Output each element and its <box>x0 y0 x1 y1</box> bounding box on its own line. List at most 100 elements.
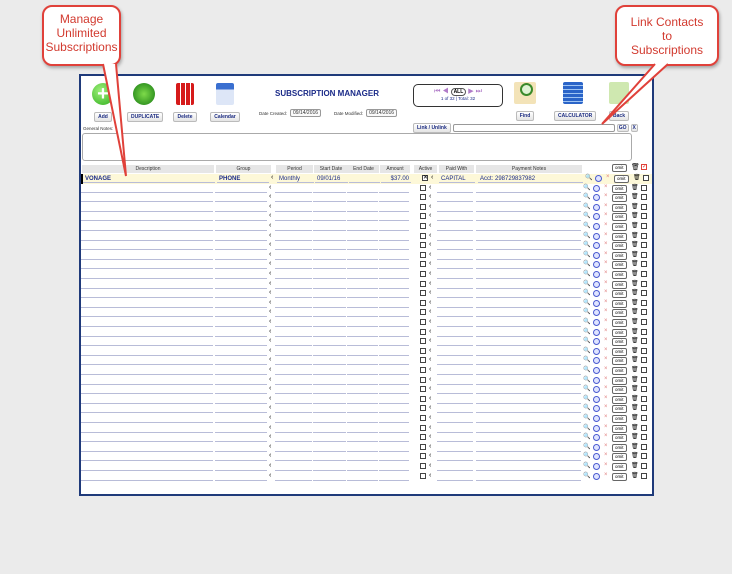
cell-payment-notes[interactable] <box>476 309 581 318</box>
group-dropdown-icon[interactable]: ‹ <box>269 280 271 287</box>
trash-icon[interactable]: 🗑 <box>631 318 639 325</box>
cell-amount[interactable] <box>379 213 409 222</box>
active-checkbox[interactable] <box>420 271 426 277</box>
link-contact-icon[interactable] <box>593 376 600 384</box>
cell-payment-notes[interactable] <box>476 453 581 462</box>
cell-group[interactable] <box>215 319 267 327</box>
search-icon[interactable]: 🔍 <box>583 433 590 440</box>
paid-with-dropdown-icon[interactable]: ‹ <box>429 356 431 363</box>
remove-icon[interactable]: × <box>604 347 608 353</box>
cell-period[interactable] <box>275 252 312 260</box>
remove-icon[interactable]: × <box>604 443 608 449</box>
paid-with-dropdown-icon[interactable]: ‹ <box>429 395 431 402</box>
cell-amount[interactable] <box>379 329 409 337</box>
cell-start-date[interactable] <box>313 444 346 452</box>
cell-start-date[interactable] <box>313 252 346 260</box>
link-contact-icon[interactable] <box>593 213 600 221</box>
cell-description[interactable] <box>81 242 213 251</box>
cell-period[interactable] <box>275 463 312 471</box>
group-dropdown-icon[interactable]: ‹ <box>269 328 271 335</box>
search-icon[interactable]: 🔍 <box>583 376 590 383</box>
paid-with-dropdown-icon[interactable]: ‹ <box>429 299 431 306</box>
cell-description[interactable] <box>81 223 213 231</box>
cell-paid-with[interactable] <box>437 425 473 433</box>
paid-with-dropdown-icon[interactable]: ‹ <box>429 452 431 459</box>
cell-amount[interactable] <box>379 223 409 231</box>
cell-period[interactable] <box>275 242 312 251</box>
cell-paid-with[interactable] <box>437 223 473 231</box>
active-checkbox[interactable] <box>420 338 426 345</box>
active-checkbox[interactable] <box>420 367 426 373</box>
group-dropdown-icon[interactable]: ‹ <box>269 452 271 459</box>
active-checkbox[interactable] <box>420 242 426 249</box>
cell-paid-with[interactable] <box>437 213 473 222</box>
omit-button[interactable]: omit <box>612 232 627 241</box>
omit-all-button[interactable]: omit <box>612 164 627 172</box>
row-select-checkbox[interactable] <box>641 299 647 306</box>
cell-end-date[interactable] <box>347 425 378 433</box>
calculator-button[interactable]: CALCULATOR <box>554 82 597 122</box>
paid-with-dropdown-icon[interactable]: ‹ <box>429 472 431 479</box>
cell-period[interactable] <box>275 194 312 203</box>
cell-period[interactable] <box>275 377 312 385</box>
cell-payment-notes[interactable] <box>476 319 581 327</box>
link-contact-icon[interactable] <box>593 347 600 355</box>
cell-payment-notes[interactable] <box>476 271 581 279</box>
omit-button[interactable]: omit <box>612 290 627 299</box>
trash-icon[interactable]: 🗑 <box>631 251 639 258</box>
row-select-checkbox[interactable] <box>641 309 647 316</box>
omit-button[interactable]: omit <box>612 309 627 318</box>
trash-icon[interactable]: 🗑 <box>631 443 639 450</box>
column-header-active[interactable]: Active <box>414 165 437 173</box>
cell-description[interactable] <box>81 233 213 241</box>
cell-paid-with[interactable] <box>437 348 473 356</box>
cell-paid-with[interactable] <box>437 396 473 404</box>
cell-paid-with[interactable] <box>437 434 473 443</box>
cell-payment-notes[interactable] <box>476 444 581 452</box>
trash-icon[interactable]: 🗑 <box>631 414 639 421</box>
cell-amount[interactable] <box>379 300 409 308</box>
paid-with-dropdown-icon[interactable]: ‹ <box>429 212 431 219</box>
paid-with-dropdown-icon[interactable]: ‹ <box>429 366 431 373</box>
active-checkbox[interactable] <box>420 261 426 268</box>
cell-end-date[interactable] <box>347 204 378 212</box>
active-checkbox[interactable] <box>420 319 426 325</box>
omit-button[interactable]: omit <box>612 299 627 308</box>
paid-with-dropdown-icon[interactable]: ‹ <box>429 308 431 315</box>
trash-icon[interactable]: 🗑 <box>631 404 639 411</box>
cell-amount[interactable] <box>379 319 409 327</box>
cell-payment-notes[interactable] <box>476 329 581 337</box>
search-icon[interactable]: 🔍 <box>583 212 590 219</box>
cell-payment-notes[interactable] <box>476 367 581 375</box>
cell-group[interactable] <box>215 415 267 423</box>
cell-period[interactable] <box>275 396 312 404</box>
cell-description[interactable] <box>81 425 213 433</box>
group-dropdown-icon[interactable]: ‹ <box>269 241 271 248</box>
group-dropdown-icon[interactable]: ‹ <box>269 251 271 258</box>
cell-end-date[interactable] <box>347 319 378 327</box>
cell-amount[interactable] <box>379 309 409 318</box>
cell-description[interactable] <box>81 290 213 299</box>
cell-description[interactable] <box>81 444 213 452</box>
cell-end-date[interactable] <box>347 367 378 375</box>
active-checkbox[interactable] <box>420 453 426 460</box>
cell-description[interactable] <box>81 204 213 212</box>
cell-description[interactable] <box>81 261 213 270</box>
active-checkbox[interactable] <box>420 251 426 258</box>
trash-icon[interactable]: 🗑 <box>631 328 639 335</box>
column-header-start_date[interactable]: Start Date <box>314 165 348 173</box>
active-checkbox[interactable] <box>420 434 426 441</box>
cell-description[interactable] <box>81 396 213 404</box>
cell-period[interactable] <box>275 434 312 443</box>
search-icon[interactable]: 🔍 <box>583 289 590 296</box>
omit-button[interactable]: omit <box>612 443 627 452</box>
cell-payment-notes[interactable] <box>476 386 581 395</box>
cell-description[interactable] <box>81 473 213 481</box>
cell-group[interactable] <box>215 242 267 251</box>
cell-paid-with[interactable] <box>437 271 473 279</box>
search-icon[interactable]: 🔍 <box>583 385 590 392</box>
cell-start-date[interactable] <box>313 242 346 251</box>
search-icon[interactable]: 🔍 <box>583 308 590 315</box>
omit-button[interactable]: omit <box>612 271 627 279</box>
link-contact-icon[interactable] <box>593 251 600 259</box>
